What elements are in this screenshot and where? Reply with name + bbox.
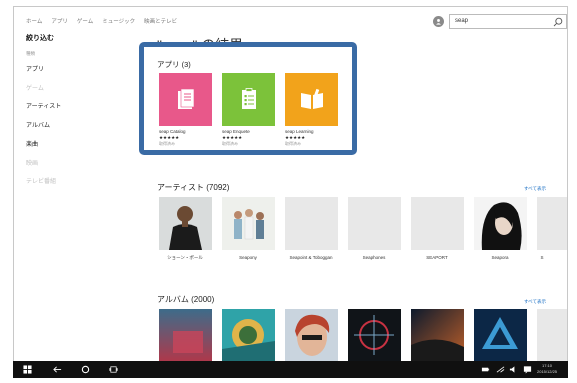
catalog-book-icon (177, 88, 194, 109)
artist-name-partial[interactable]: S (532, 255, 552, 261)
artist-name-seapony[interactable]: Seapony (219, 255, 277, 261)
nav-apps[interactable]: アプリ (51, 17, 68, 25)
artists-show-all-link[interactable]: すべて表示 (524, 186, 546, 192)
app-owned-learning: 取得済み (285, 141, 301, 146)
albums-show-all-link[interactable]: すべて表示 (524, 299, 546, 305)
nav-music[interactable]: ミュージック (102, 17, 135, 25)
notification-icon[interactable] (523, 365, 532, 374)
artist-tile-seapony[interactable] (222, 197, 275, 250)
search-box[interactable]: seap (449, 14, 567, 29)
album-cover-2 (222, 309, 275, 362)
app-name-catalog[interactable]: seap Catalog (159, 129, 186, 134)
top-navigation: ホーム アプリ ゲーム ミュージック 映画とテレビ (26, 17, 177, 25)
albums-heading: アルバム (2000) (157, 295, 215, 304)
filter-apps[interactable]: アプリ (26, 64, 44, 73)
artist-tile-seaphones[interactable] (348, 197, 401, 250)
filter-title: 絞り込む (26, 35, 54, 42)
windows-start-icon[interactable] (23, 365, 32, 374)
cortana-circle-icon[interactable] (81, 365, 90, 374)
task-view-icon[interactable] (109, 365, 118, 374)
filter-albums[interactable]: アルバム (26, 120, 50, 129)
app-owned-catalog: 取得済み (159, 141, 175, 146)
filter-movies: 映画 (26, 161, 39, 167)
battery-icon[interactable] (481, 365, 490, 374)
album-tile-5[interactable] (411, 309, 464, 362)
user-avatar[interactable] (433, 16, 444, 27)
artist-tile-seaport[interactable] (411, 197, 464, 250)
store-window: ホーム アプリ ゲーム ミュージック 映画とテレビ seap 絞り込む 種類 ア… (13, 6, 568, 378)
artists-heading: アーティスト (7092) (157, 183, 230, 192)
artist-name-sean-paul[interactable]: ショーン・ポール (156, 255, 214, 261)
album-cover-3 (285, 309, 338, 362)
artist-tile-seapoint-toboggan[interactable] (285, 197, 338, 250)
filter-songs[interactable]: 楽曲 (26, 139, 38, 148)
artist-name-seapoint-toboggan[interactable]: Seapoint & Toboggan (282, 255, 340, 261)
network-icon[interactable] (496, 365, 505, 374)
filter-artists[interactable]: アーティスト (26, 101, 61, 110)
artist-photo-sean-paul (159, 197, 212, 250)
enquete-checklist-icon (241, 87, 256, 109)
filter-type-label: 種類 (26, 51, 35, 56)
app-name-learning[interactable]: seap Learning (285, 129, 314, 134)
search-icon[interactable] (553, 17, 563, 27)
artist-tile-seapora[interactable] (474, 197, 527, 250)
album-tile-partial[interactable] (537, 309, 567, 362)
artist-name-seapora[interactable]: Seapora (471, 255, 529, 261)
artist-tile-sean-paul[interactable] (159, 197, 212, 250)
artist-tile-partial[interactable] (537, 197, 567, 250)
nav-games[interactable]: ゲーム (77, 17, 93, 25)
album-tile-3[interactable] (285, 309, 338, 362)
taskbar: 17:10 2015/12/25 (13, 361, 568, 378)
artist-photo-seapora (474, 197, 527, 250)
artist-photo-seapony (222, 197, 275, 250)
app-name-enquete[interactable]: seap Enquete (222, 129, 250, 134)
album-cover-1 (159, 309, 212, 362)
album-tile-1[interactable] (159, 309, 212, 362)
filter-tv: テレビ番組 (26, 179, 57, 185)
search-input[interactable]: seap (455, 18, 468, 24)
app-owned-enquete: 取得済み (222, 141, 238, 146)
filter-games: ゲーム (26, 86, 44, 92)
volume-icon[interactable] (509, 365, 518, 374)
album-cover-5 (411, 309, 464, 362)
apps-heading: アプリ (3) (157, 60, 191, 69)
artist-name-seaphones[interactable]: Seaphones (345, 255, 403, 261)
album-tile-4[interactable] (348, 309, 401, 362)
user-icon (436, 19, 441, 25)
album-cover-4 (348, 309, 401, 362)
album-cover-6 (474, 309, 527, 362)
back-arrow-icon[interactable] (53, 365, 62, 374)
artist-name-seaport[interactable]: SEAPORT (408, 255, 466, 261)
app-tile-catalog[interactable] (159, 73, 212, 126)
nav-home[interactable]: ホーム (26, 17, 42, 25)
app-tile-learning[interactable] (285, 73, 338, 126)
nav-movies-tv[interactable]: 映画とテレビ (144, 17, 177, 25)
clock[interactable]: 17:10 2015/12/25 (537, 363, 557, 375)
album-tile-6[interactable] (474, 309, 527, 362)
album-tile-2[interactable] (222, 309, 275, 362)
app-tile-enquete[interactable] (222, 73, 275, 126)
learning-book-icon (300, 88, 323, 109)
clock-date: 2015/12/25 (537, 369, 558, 374)
